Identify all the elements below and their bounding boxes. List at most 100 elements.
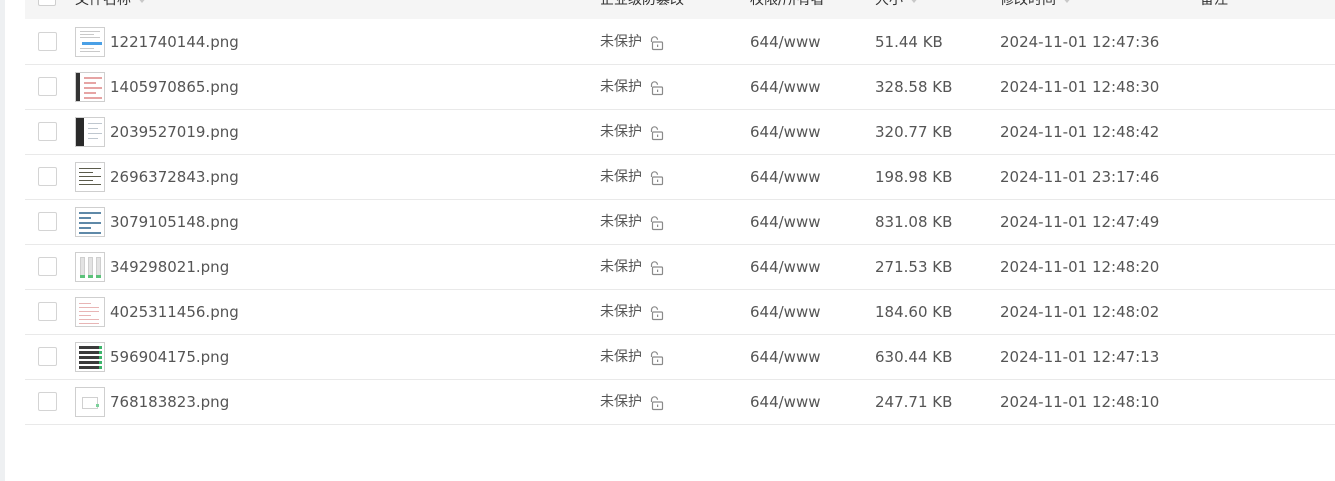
file-size: 184.60 KB (875, 303, 953, 321)
file-thumbnail[interactable] (75, 72, 105, 102)
permission-owner[interactable]: 644/www (750, 302, 821, 322)
protection-status[interactable]: 未保护 (600, 392, 642, 412)
select-all-checkbox[interactable] (38, 0, 56, 6)
protection-status[interactable]: 未保护 (600, 212, 642, 232)
header-size-label: 大小 (875, 0, 903, 8)
header-modified-label: 修改时间 (1000, 0, 1056, 8)
unlock-icon[interactable] (648, 305, 664, 321)
row-checkbox[interactable] (38, 32, 57, 51)
file-size: 831.08 KB (875, 213, 953, 231)
protection-status[interactable]: 未保护 (600, 302, 642, 322)
unlock-icon[interactable] (648, 350, 664, 366)
row-checkbox[interactable] (38, 347, 57, 366)
file-thumbnail[interactable] (75, 27, 105, 57)
file-name-link[interactable]: 4025311456.png (110, 302, 239, 322)
file-name-link[interactable]: 2696372843.png (110, 167, 239, 187)
file-row[interactable]: 4025311456.png 未保护 644/www 184.60 KB 202… (25, 290, 1335, 335)
file-row[interactable]: 3079105148.png 未保护 644/www 831.08 KB 202… (25, 200, 1335, 245)
header-file-name-label: 文件名称 (75, 0, 131, 8)
row-checkbox[interactable] (38, 212, 57, 231)
row-checkbox[interactable] (38, 122, 57, 141)
protection-status[interactable]: 未保护 (600, 167, 642, 187)
header-permission: 权限/所有者 (750, 0, 825, 10)
sort-caret-icon (909, 0, 919, 3)
unlock-icon[interactable] (648, 35, 664, 51)
unlock-icon[interactable] (648, 215, 664, 231)
file-name-link[interactable]: 1221740144.png (110, 32, 239, 52)
modified-time: 2024-11-01 12:47:49 (1000, 213, 1160, 231)
modified-time: 2024-11-01 12:48:30 (1000, 78, 1160, 96)
modified-time: 2024-11-01 23:17:46 (1000, 168, 1160, 186)
row-checkbox[interactable] (38, 167, 57, 186)
file-size: 630.44 KB (875, 348, 953, 366)
protection-status[interactable]: 未保护 (600, 77, 642, 97)
header-file-name[interactable]: 文件名称 (75, 0, 147, 10)
file-thumbnail[interactable] (75, 297, 105, 327)
modified-time: 2024-11-01 12:48:10 (1000, 393, 1160, 411)
file-name-link[interactable]: 3079105148.png (110, 212, 239, 232)
file-name-link[interactable]: 596904175.png (110, 347, 229, 367)
file-size: 328.58 KB (875, 78, 953, 96)
file-row[interactable]: 349298021.png 未保护 644/www 271.53 KB 2024… (25, 245, 1335, 290)
file-size: 320.77 KB (875, 123, 953, 141)
header-remark-label: 备注 (1200, 0, 1228, 8)
modified-time: 2024-11-01 12:47:36 (1000, 33, 1160, 51)
unlock-icon[interactable] (648, 395, 664, 411)
unlock-icon[interactable] (648, 80, 664, 96)
file-thumbnail[interactable] (75, 252, 105, 282)
unlock-icon[interactable] (648, 260, 664, 276)
header-protection: 企业级防篡改 (600, 0, 684, 10)
permission-owner[interactable]: 644/www (750, 347, 821, 367)
protection-status[interactable]: 未保护 (600, 347, 642, 367)
permission-owner[interactable]: 644/www (750, 77, 821, 97)
file-size: 51.44 KB (875, 33, 943, 51)
protection-status[interactable]: 未保护 (600, 32, 642, 52)
file-row[interactable]: 768183823.png 未保护 644/www 247.71 KB 2024… (25, 380, 1335, 425)
unlock-icon[interactable] (648, 170, 664, 186)
header-protection-label: 企业级防篡改 (600, 0, 684, 8)
row-checkbox[interactable] (38, 302, 57, 321)
sort-caret-icon (137, 0, 147, 3)
unlock-icon[interactable] (648, 125, 664, 141)
sort-caret-icon (1062, 0, 1072, 3)
file-size: 198.98 KB (875, 168, 953, 186)
file-row[interactable]: 2039527019.png 未保护 644/www 320.77 KB 202… (25, 110, 1335, 155)
file-thumbnail[interactable] (75, 387, 105, 417)
protection-status[interactable]: 未保护 (600, 257, 642, 277)
file-row[interactable]: 1405970865.png 未保护 644/www 328.58 KB 202… (25, 65, 1335, 110)
file-name-link[interactable]: 1405970865.png (110, 77, 239, 97)
modified-time: 2024-11-01 12:48:20 (1000, 258, 1160, 276)
permission-owner[interactable]: 644/www (750, 257, 821, 277)
modified-time: 2024-11-01 12:47:13 (1000, 348, 1160, 366)
file-name-link[interactable]: 768183823.png (110, 392, 229, 412)
file-size: 271.53 KB (875, 258, 953, 276)
file-thumbnail[interactable] (75, 207, 105, 237)
protection-status[interactable]: 未保护 (600, 122, 642, 142)
header-size[interactable]: 大小 (875, 0, 919, 10)
permission-owner[interactable]: 644/www (750, 122, 821, 142)
file-thumbnail[interactable] (75, 117, 105, 147)
row-checkbox[interactable] (38, 392, 57, 411)
file-thumbnail[interactable] (75, 342, 105, 372)
file-row[interactable]: 596904175.png 未保护 644/www 630.44 KB 2024… (25, 335, 1335, 380)
modified-time: 2024-11-01 12:48:42 (1000, 123, 1160, 141)
left-border (0, 0, 5, 481)
header-modified[interactable]: 修改时间 (1000, 0, 1072, 10)
row-checkbox[interactable] (38, 257, 57, 276)
file-table-header: 文件名称 企业级防篡改 权限/所有者 大小 修改时间 备注 (25, 0, 1335, 19)
file-row[interactable]: 2696372843.png 未保护 644/www 198.98 KB 202… (25, 155, 1335, 200)
file-table-body: 1221740144.png 未保护 644/www 51.44 KB 2024… (25, 20, 1335, 425)
permission-owner[interactable]: 644/www (750, 392, 821, 412)
permission-owner[interactable]: 644/www (750, 32, 821, 52)
file-name-link[interactable]: 349298021.png (110, 257, 229, 277)
file-row[interactable]: 1221740144.png 未保护 644/www 51.44 KB 2024… (25, 20, 1335, 65)
file-name-link[interactable]: 2039527019.png (110, 122, 239, 142)
permission-owner[interactable]: 644/www (750, 212, 821, 232)
modified-time: 2024-11-01 12:48:02 (1000, 303, 1160, 321)
file-thumbnail[interactable] (75, 162, 105, 192)
file-size: 247.71 KB (875, 393, 953, 411)
header-permission-label: 权限/所有者 (750, 0, 825, 8)
permission-owner[interactable]: 644/www (750, 167, 821, 187)
row-checkbox[interactable] (38, 77, 57, 96)
header-remark: 备注 (1200, 0, 1228, 10)
